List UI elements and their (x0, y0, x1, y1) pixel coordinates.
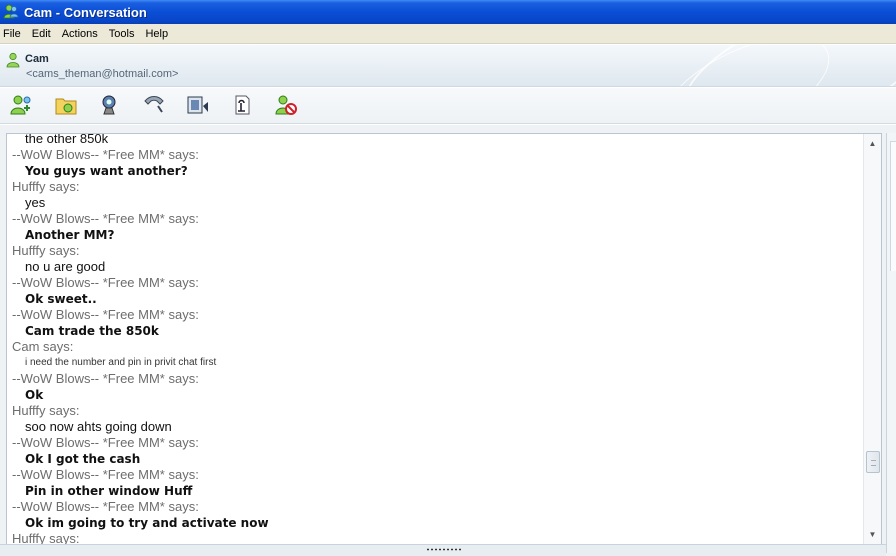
scroll-up-arrow-icon[interactable]: ▲ (867, 138, 878, 149)
folder-icon (54, 94, 78, 119)
sender-line: --WoW Blows-- *Free MM* says: (12, 147, 199, 162)
menu-actions[interactable]: Actions (58, 28, 105, 40)
sender-line: --WoW Blows-- *Free MM* says: (12, 211, 199, 226)
scroll-down-arrow-icon[interactable]: ▼ (867, 529, 878, 540)
splitter-grip-icon[interactable] (426, 548, 462, 551)
invite-contact-icon (10, 94, 34, 119)
scrollbar-thumb[interactable] (866, 451, 880, 473)
activities-button[interactable] (228, 93, 256, 119)
message-text: Ok I got the cash (25, 452, 141, 466)
sender-line: --WoW Blows-- *Free MM* says: (12, 467, 199, 482)
sender-line: --WoW Blows-- *Free MM* says: (12, 275, 199, 290)
message-text: no u are good (25, 259, 106, 274)
message-text: Another MM? (25, 228, 115, 242)
message-history[interactable]: the other 850k --WoW Blows-- *Free MM* sa… (7, 134, 863, 544)
window-title: Cam - Conversation (24, 4, 147, 20)
side-panel-edge (886, 133, 896, 553)
message-text: Cam trade the 850k (25, 324, 159, 338)
pane-splitter[interactable] (0, 544, 886, 556)
menu-help[interactable]: Help (141, 28, 175, 40)
message-text: Ok im going to try and activate now (25, 516, 269, 530)
message-text: i need the number and pin in privit chat… (25, 357, 217, 368)
message-text: You guys want another? (25, 164, 188, 178)
contact-email: <cams_theman@hotmail.com> (26, 68, 179, 80)
menu-tools[interactable]: Tools (105, 28, 142, 40)
sender-line: --WoW Blows-- *Free MM* says: (12, 435, 199, 450)
video-icon (186, 94, 210, 119)
sender-line: Cam says: (12, 339, 74, 354)
send-files-button[interactable] (52, 93, 80, 119)
message-text: the other 850k (25, 134, 109, 146)
conversation-panel: the other 850k --WoW Blows-- *Free MM* sa… (6, 133, 882, 545)
sender-line: Hufffy says: (12, 243, 80, 258)
message-text: Ok sweet.. (25, 292, 97, 306)
block-contact-icon (274, 94, 298, 119)
message-list: the other 850k --WoW Blows-- *Free MM* sa… (7, 134, 863, 544)
contact-header: Cam <cams_theman@hotmail.com> (0, 45, 896, 87)
sender-line: --WoW Blows-- *Free MM* says: (12, 307, 199, 322)
invite-contact-button[interactable] (8, 93, 36, 119)
voice-call-button[interactable] (96, 93, 124, 119)
activities-icon (230, 94, 254, 119)
toolbar (0, 88, 896, 124)
message-text: Pin in other window Huff (25, 484, 193, 498)
main-area: the other 850k --WoW Blows-- *Free MM* sa… (0, 125, 896, 556)
menu-file[interactable]: File (0, 28, 28, 40)
sender-line: Hufffy says: (12, 179, 80, 194)
header-decoration (647, 45, 845, 86)
phone-call-button[interactable] (140, 93, 168, 119)
message-text: soo now ahts going down (25, 419, 172, 434)
phone-icon (142, 94, 166, 119)
message-text: yes (25, 195, 46, 210)
webcam-icon (98, 94, 122, 119)
block-contact-button[interactable] (272, 93, 300, 119)
contact-status-icon (5, 52, 21, 68)
vertical-scrollbar[interactable]: ▲ ▼ (863, 134, 881, 544)
title-bar[interactable]: Cam - Conversation (0, 0, 896, 24)
sender-line: --WoW Blows-- *Free MM* says: (12, 371, 199, 386)
menu-edit[interactable]: Edit (28, 28, 58, 40)
messenger-buddy-icon (3, 4, 19, 20)
display-picture-frame (890, 141, 896, 271)
video-button[interactable] (184, 93, 212, 119)
sender-line: Hufffy says: (12, 403, 80, 418)
sender-line: Hufffy says: (12, 531, 80, 544)
sender-line: --WoW Blows-- *Free MM* says: (12, 499, 199, 514)
menu-bar: File Edit Actions Tools Help (0, 24, 896, 44)
message-text: Ok (25, 388, 44, 402)
contact-name[interactable]: Cam (25, 53, 49, 65)
